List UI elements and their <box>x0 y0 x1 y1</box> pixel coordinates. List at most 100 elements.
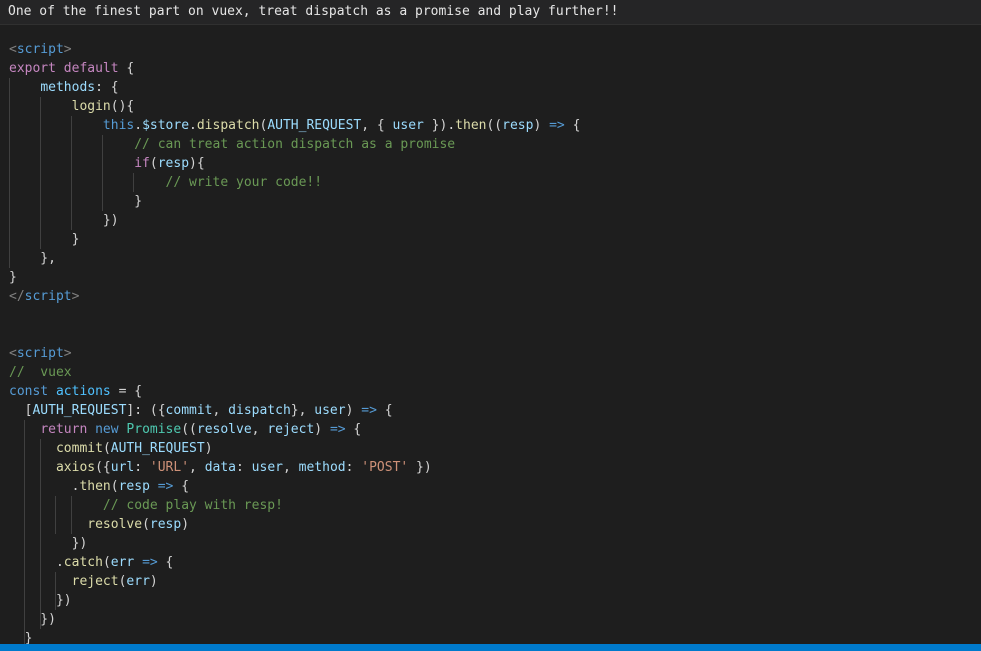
code-token: => <box>329 422 346 437</box>
code-token: { <box>376 403 393 418</box>
code-token: ){ <box>189 156 205 171</box>
code-token: reject <box>71 574 119 589</box>
code-line: <script> <box>9 344 72 363</box>
code-token: then <box>79 479 111 494</box>
code-line: .catch(err => { <box>9 553 173 572</box>
code-token: resp <box>118 479 150 494</box>
code-token: resp <box>157 156 190 171</box>
code-token: ) <box>314 422 330 437</box>
code-line: }) <box>9 610 56 629</box>
code-token: resolve <box>196 422 252 437</box>
code-token: ) <box>345 403 362 418</box>
code-token: => <box>142 555 158 570</box>
code-token: reject <box>267 422 315 437</box>
code-token: } <box>9 270 17 285</box>
code-token: err <box>110 555 135 570</box>
code-line: axios({url: 'URL', data: user, method: '… <box>9 458 432 477</box>
code-line: .then(resp => { <box>9 477 189 496</box>
code-line: resolve(resp) <box>9 515 189 534</box>
code-token: data <box>204 460 237 475</box>
code-token: AUTH_REQUEST <box>110 441 205 456</box>
code-token: }). <box>423 118 456 133</box>
code-line: // write your code!! <box>9 173 323 192</box>
code-token: . <box>9 555 64 570</box>
code-token: { <box>564 118 581 133</box>
code-token: dispatch <box>196 118 260 133</box>
code-line: export default { <box>9 59 134 78</box>
code-token: login <box>71 99 111 114</box>
header-bar: One of the finest part on vuex, treat di… <box>0 0 981 25</box>
code-token: { <box>345 422 362 437</box>
code-token: return <box>40 422 88 437</box>
code-token: }) <box>9 213 119 228</box>
code-token: err <box>126 574 150 589</box>
code-token: export <box>9 61 56 76</box>
code-token: , <box>282 460 299 475</box>
code-token: ) <box>533 118 550 133</box>
code-token: script <box>16 346 64 361</box>
code-token: resp <box>149 517 182 532</box>
code-token: user <box>314 403 346 418</box>
code-token: commit <box>165 403 213 418</box>
code-token: . <box>189 118 197 133</box>
code-token: this <box>102 118 135 133</box>
code-token: actions <box>55 384 111 399</box>
code-line: login(){ <box>9 97 135 116</box>
code-line: } <box>9 230 80 249</box>
code-token: const <box>9 384 49 399</box>
code-token: : <box>134 460 150 475</box>
code-token: > <box>63 42 72 57</box>
code-token: , <box>251 422 268 437</box>
code-token: dispatch <box>228 403 291 418</box>
code-token: : { <box>95 80 119 95</box>
code-token: < <box>9 42 17 57</box>
code-line: </script> <box>9 287 79 306</box>
code-token: ) <box>149 574 158 589</box>
code-token: axios <box>55 460 96 475</box>
code-token: => <box>361 403 377 418</box>
code-token: > <box>71 289 80 304</box>
code-token: 'URL' <box>149 460 190 475</box>
code-token: : <box>236 460 252 475</box>
code-token: (){ <box>110 99 135 114</box>
code-editor[interactable]: <script> export default { methods: { logi… <box>0 40 981 648</box>
code-token: methods <box>40 80 96 95</box>
code-token: new <box>95 422 119 437</box>
code-token: url <box>110 460 135 475</box>
code-token: => <box>549 118 565 133</box>
code-token: }) <box>9 612 56 627</box>
code-token: , <box>212 403 229 418</box>
code-token: AUTH_REQUEST <box>32 403 127 418</box>
code-line: }, <box>9 249 56 268</box>
code-token: . <box>134 118 143 133</box>
code-line: } <box>9 268 17 287</box>
code-token: resp <box>502 118 534 133</box>
code-token: // can treat action dispatch as a promis… <box>134 137 456 152</box>
code-token: }) <box>408 460 432 475</box>
code-token: script <box>16 42 64 57</box>
code-token: method <box>298 460 346 475</box>
code-token: }) <box>9 593 72 608</box>
code-token: { <box>173 479 190 494</box>
code-token: catch <box>63 555 103 570</box>
code-token: , { <box>361 118 393 133</box>
code-token: [ <box>9 403 33 418</box>
code-token: user <box>251 460 283 475</box>
code-token: ) <box>181 517 190 532</box>
code-token: } <box>9 194 143 209</box>
code-line: // vuex <box>9 363 72 382</box>
code-line: }) <box>9 211 119 230</box>
code-token: Promise <box>126 422 182 437</box>
